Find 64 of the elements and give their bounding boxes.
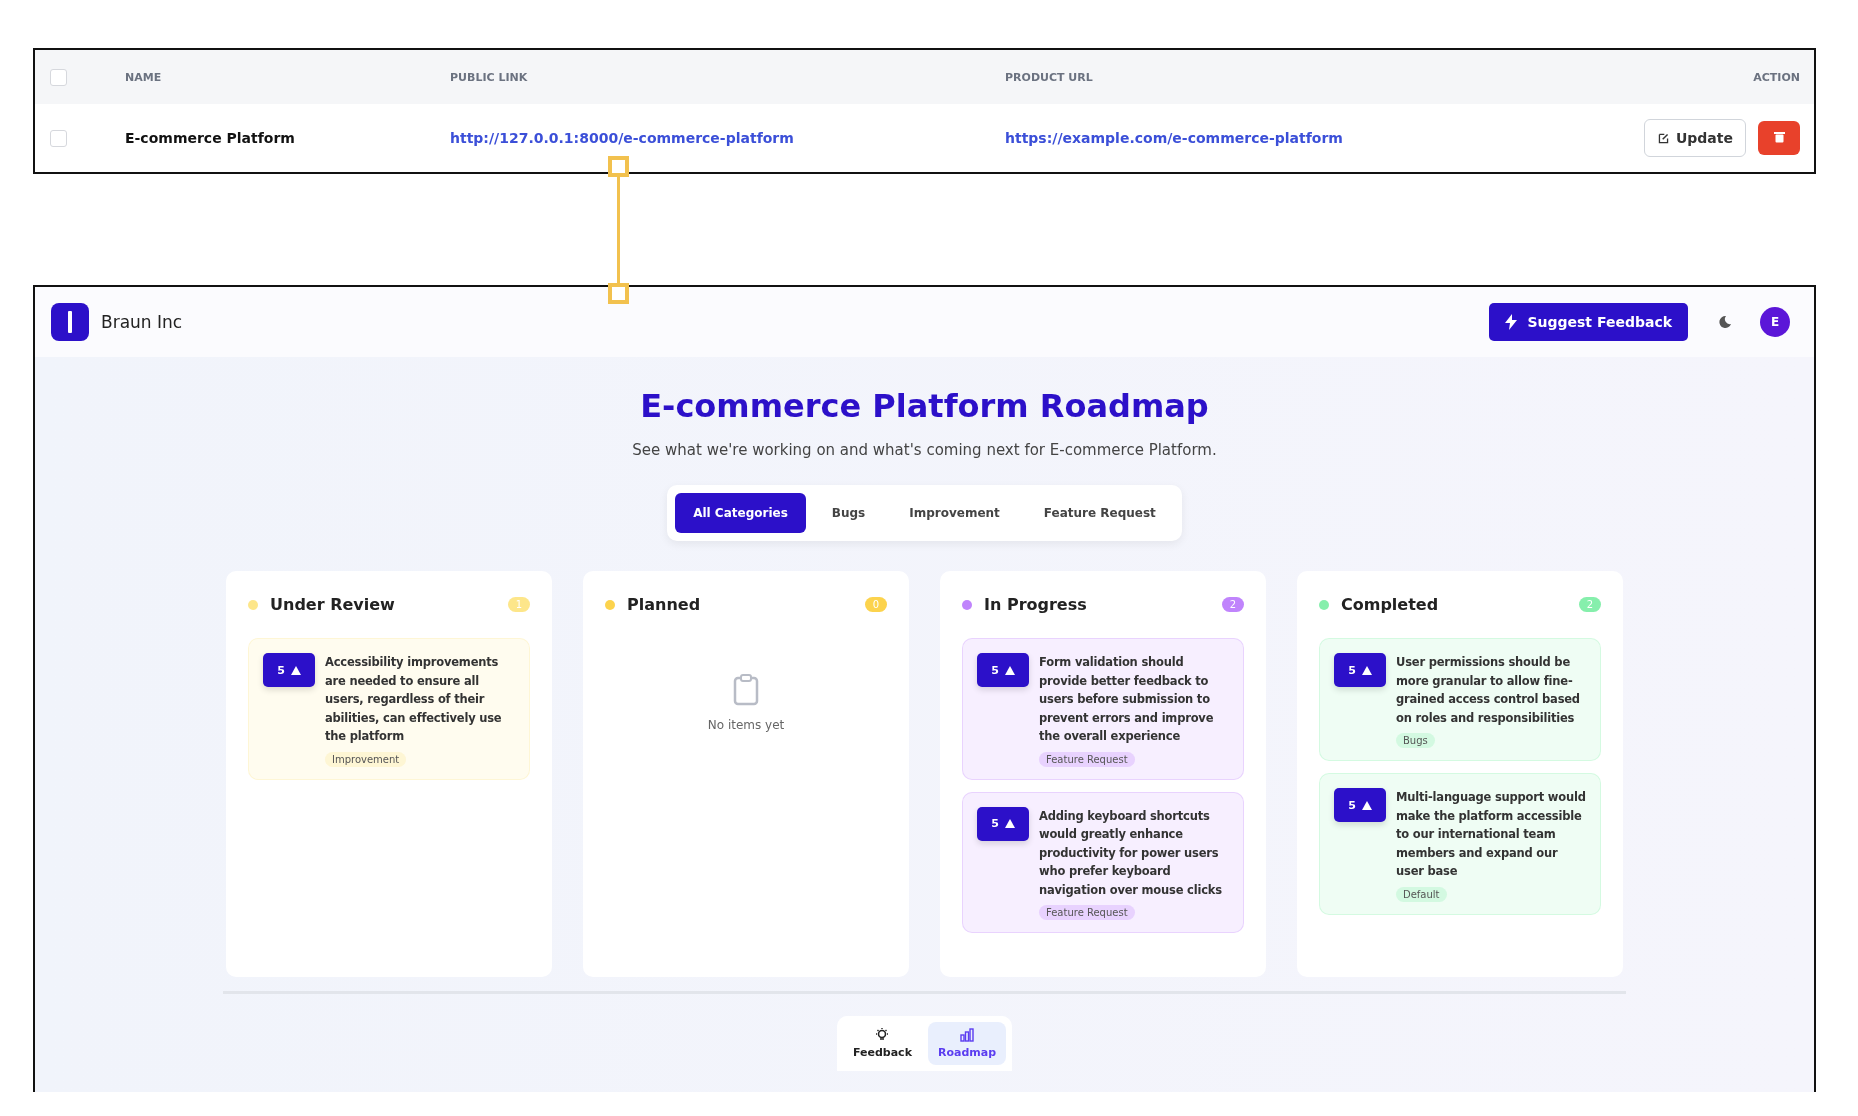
empty-message: No items yet xyxy=(707,718,785,732)
vote-button[interactable]: 5 xyxy=(977,806,1029,841)
card-text: Form validation should provide better feedback to users before submission to prevent errors and improve the overall experience xyxy=(1039,654,1215,745)
checkbox[interactable] xyxy=(50,68,67,86)
column-header: NAME xyxy=(125,70,163,84)
category-tag: Default xyxy=(1396,886,1447,902)
roadmap-card[interactable]: 5 Multi-language support would make the platform accessible to our international team members and expand our user base Default xyxy=(1319,773,1601,915)
page-subtitle: See what we're working on and what's coming next for E-commerce Platform. xyxy=(632,441,1217,459)
vote-button[interactable]: 5 xyxy=(977,653,1029,687)
roadmap-card[interactable]: 5 Adding keyboard shortcuts would greatly enhance productivity for power users who prefer keyboard navigation over mouse clicks Feature Request xyxy=(962,791,1244,933)
vote-button[interactable]: 5 xyxy=(263,653,315,687)
triangle-up-icon xyxy=(1004,665,1015,675)
card-text: Multi-language support would make the platform accessible to our international team members and expand our user base xyxy=(1396,789,1587,880)
product-link[interactable]: https://example.com/e-commerce-platform xyxy=(1005,130,1644,146)
vote-button[interactable]: 5 xyxy=(1334,788,1386,822)
page-title: E-commerce Platform Roadmap xyxy=(640,387,1209,425)
checkbox[interactable] xyxy=(50,129,67,147)
suggest-feedback-button[interactable]: Suggest Feedback xyxy=(1489,303,1688,341)
nav-button[interactable]: Feedback xyxy=(842,1022,922,1065)
bar-chart-icon xyxy=(960,1028,974,1042)
moon-icon[interactable] xyxy=(1716,314,1732,330)
trash-icon xyxy=(1773,130,1785,143)
public-link[interactable]: http://127.0.0.1:8000/e-commerce-platform xyxy=(450,130,1005,146)
category-tag: Feature Request xyxy=(1039,905,1135,920)
brand-name: Braun Inc xyxy=(101,312,183,332)
nav-button[interactable]: Roadmap xyxy=(927,1022,1007,1065)
roadmap-card[interactable]: 5 Accessibility improvements are needed to ensure all users, regardless of their abilities, can effectively use the platform Improvement xyxy=(248,638,530,780)
column-title: Planned xyxy=(627,595,702,614)
category-tab[interactable]: Improvement xyxy=(891,493,1018,533)
count-badge: 2 xyxy=(1578,597,1601,612)
roadmap-card[interactable]: 5 Form validation should provide better feedback to users before submission to prevent errors and improve the overall experience Feature Request xyxy=(962,638,1244,780)
column-title: Completed xyxy=(1341,595,1440,614)
category-tag: Improvement xyxy=(325,751,407,767)
column-title: In Progress xyxy=(984,595,1088,614)
card-text: Adding keyboard shortcuts would greatly enhance productivity for power users who prefer keyboard navigation over mouse clicks xyxy=(1039,807,1223,899)
column-header: PUBLIC LINK xyxy=(450,70,529,84)
update-button[interactable]: Update xyxy=(1643,119,1746,157)
count-badge: 0 xyxy=(864,597,887,612)
card-text: Accessibility improvements are needed to ensure all users, regardless of their abilities, can effectively use the platform xyxy=(325,654,503,745)
category-tab[interactable]: Feature Request xyxy=(1025,493,1174,533)
delete-button[interactable] xyxy=(1758,121,1800,155)
logo-icon xyxy=(51,303,89,341)
triangle-up-icon xyxy=(1361,665,1372,675)
count-badge: 1 xyxy=(507,597,530,612)
count-badge: 2 xyxy=(1221,597,1244,612)
column-header: ACTION xyxy=(1753,70,1800,84)
lightning-icon xyxy=(1505,314,1518,330)
category-tab[interactable]: Bugs xyxy=(813,493,884,533)
column-header: PRODUCT URL xyxy=(1005,70,1094,84)
category-tag: Bugs xyxy=(1396,733,1435,748)
vote-button[interactable]: 5 xyxy=(1334,653,1386,687)
card-text: User permissions should be more granular to allow fine-grained access control based on roles and responsibilities xyxy=(1396,654,1581,727)
avatar[interactable]: E xyxy=(1760,307,1790,337)
triangle-up-icon xyxy=(290,665,301,675)
triangle-up-icon xyxy=(1004,819,1015,828)
edit-icon xyxy=(1656,131,1670,145)
category-tag: Feature Request xyxy=(1039,751,1135,767)
table-cell-text: E-commerce Platform xyxy=(125,130,296,146)
column-title: Under Review xyxy=(270,595,396,614)
triangle-up-icon xyxy=(1361,800,1372,810)
roadmap-card[interactable]: 5 User permissions should be more granular to allow fine-grained access control based on roles and responsibilities Bugs xyxy=(1319,638,1601,761)
category-tab[interactable]: All Categories xyxy=(675,493,806,533)
clipboard-icon xyxy=(733,674,759,706)
lightbulb-icon xyxy=(875,1028,890,1042)
